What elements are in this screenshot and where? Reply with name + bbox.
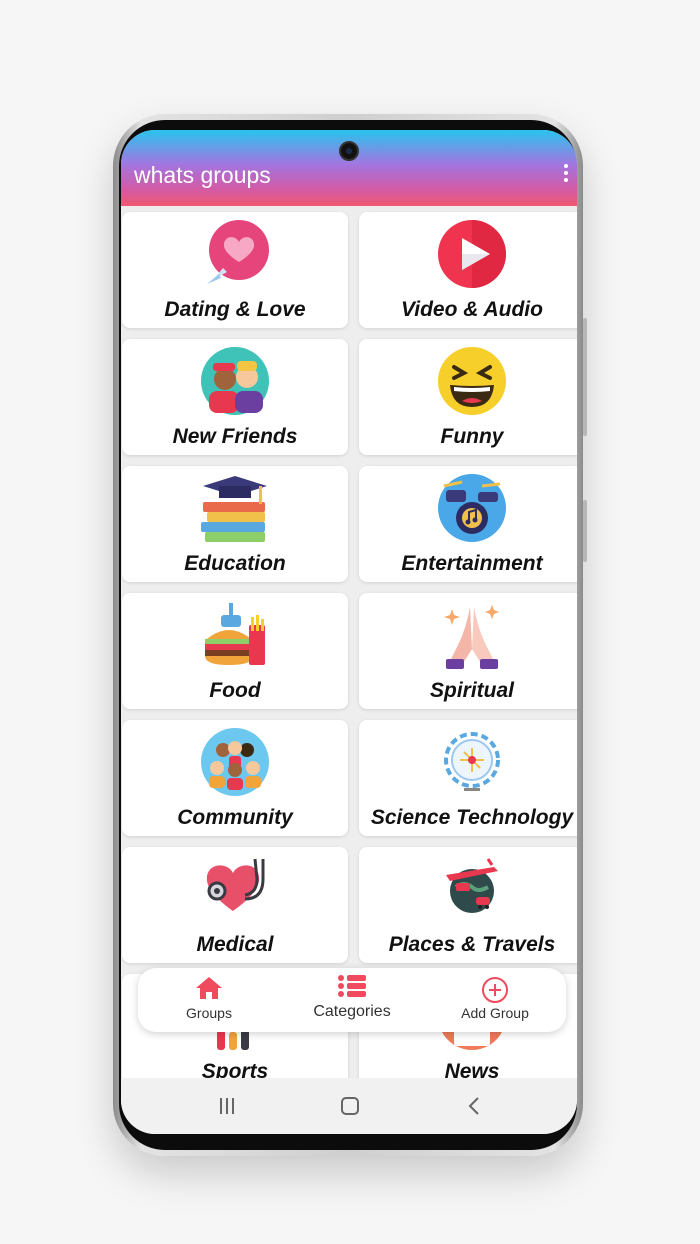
category-label: Entertainment [401,552,543,575]
praying-hands-icon [444,605,499,669]
home-button-icon[interactable] [340,1096,360,1116]
front-camera [339,141,359,161]
category-label: Video & Audio [401,298,543,321]
recents-icon[interactable] [217,1096,237,1116]
category-card-community[interactable]: Community [122,720,348,836]
system-navigation-bar [121,1078,577,1134]
volume-button [583,318,587,436]
nav-groups-label: Groups [186,1005,232,1021]
category-card-dating-love[interactable]: Dating & Love [122,212,348,328]
laughing-face-icon [438,347,506,415]
category-card-medical[interactable]: Medical [122,847,348,963]
heart-icon [207,220,269,284]
category-label: Medical [196,933,274,956]
category-label: Education [184,552,286,575]
community-icon [201,728,269,796]
category-card-new-friends[interactable]: New Friends [122,339,348,455]
home-icon [196,977,222,999]
category-label: Funny [440,425,504,448]
nav-add-group[interactable]: Add Group [430,968,560,1032]
fast-food-icon [205,603,265,665]
category-card-education[interactable]: Education [122,466,348,582]
play-icon [438,220,506,288]
nav-groups[interactable]: Groups [144,968,274,1032]
nav-categories-label: Categories [313,1003,391,1020]
category-card-video-audio[interactable]: Video & Audio [359,212,577,328]
category-card-places-travels[interactable]: Places & Travels [359,847,577,963]
power-button [583,500,587,562]
stethoscope-heart-icon [206,858,265,911]
nav-categories[interactable]: Categories [287,968,417,1032]
app-screen: whats groups Dating & Love Video & Audio [121,130,577,1134]
travel-globe-icon [446,858,498,913]
category-card-spiritual[interactable]: Spiritual [359,593,577,709]
gear-tech-icon [444,732,500,791]
add-circle-icon [482,977,508,1003]
category-card-funny[interactable]: Funny [359,339,577,455]
category-label: Dating & Love [164,298,306,321]
category-label: Science Technology [370,806,574,829]
graduation-books-icon [201,476,267,542]
category-label: New Friends [172,425,298,448]
drum-music-icon [438,474,506,542]
back-icon[interactable] [465,1096,485,1116]
category-card-entertainment[interactable]: Entertainment [359,466,577,582]
category-card-food[interactable]: Food [122,593,348,709]
overflow-menu-icon[interactable] [563,164,569,184]
category-grid: Dating & Love Video & Audio New Friends … [121,206,577,1090]
app-title: whats groups [134,162,271,188]
nav-add-group-label: Add Group [461,1005,529,1021]
list-icon [338,975,366,997]
category-card-science-technology[interactable]: Science Technology [359,720,577,836]
friends-icon [201,347,269,415]
bottom-navigation: Groups Categories Add Group [138,968,566,1032]
category-label: Places & Travels [388,933,556,956]
category-label: Spiritual [429,679,514,702]
category-label: Food [209,679,261,702]
category-label: Community [177,806,293,829]
